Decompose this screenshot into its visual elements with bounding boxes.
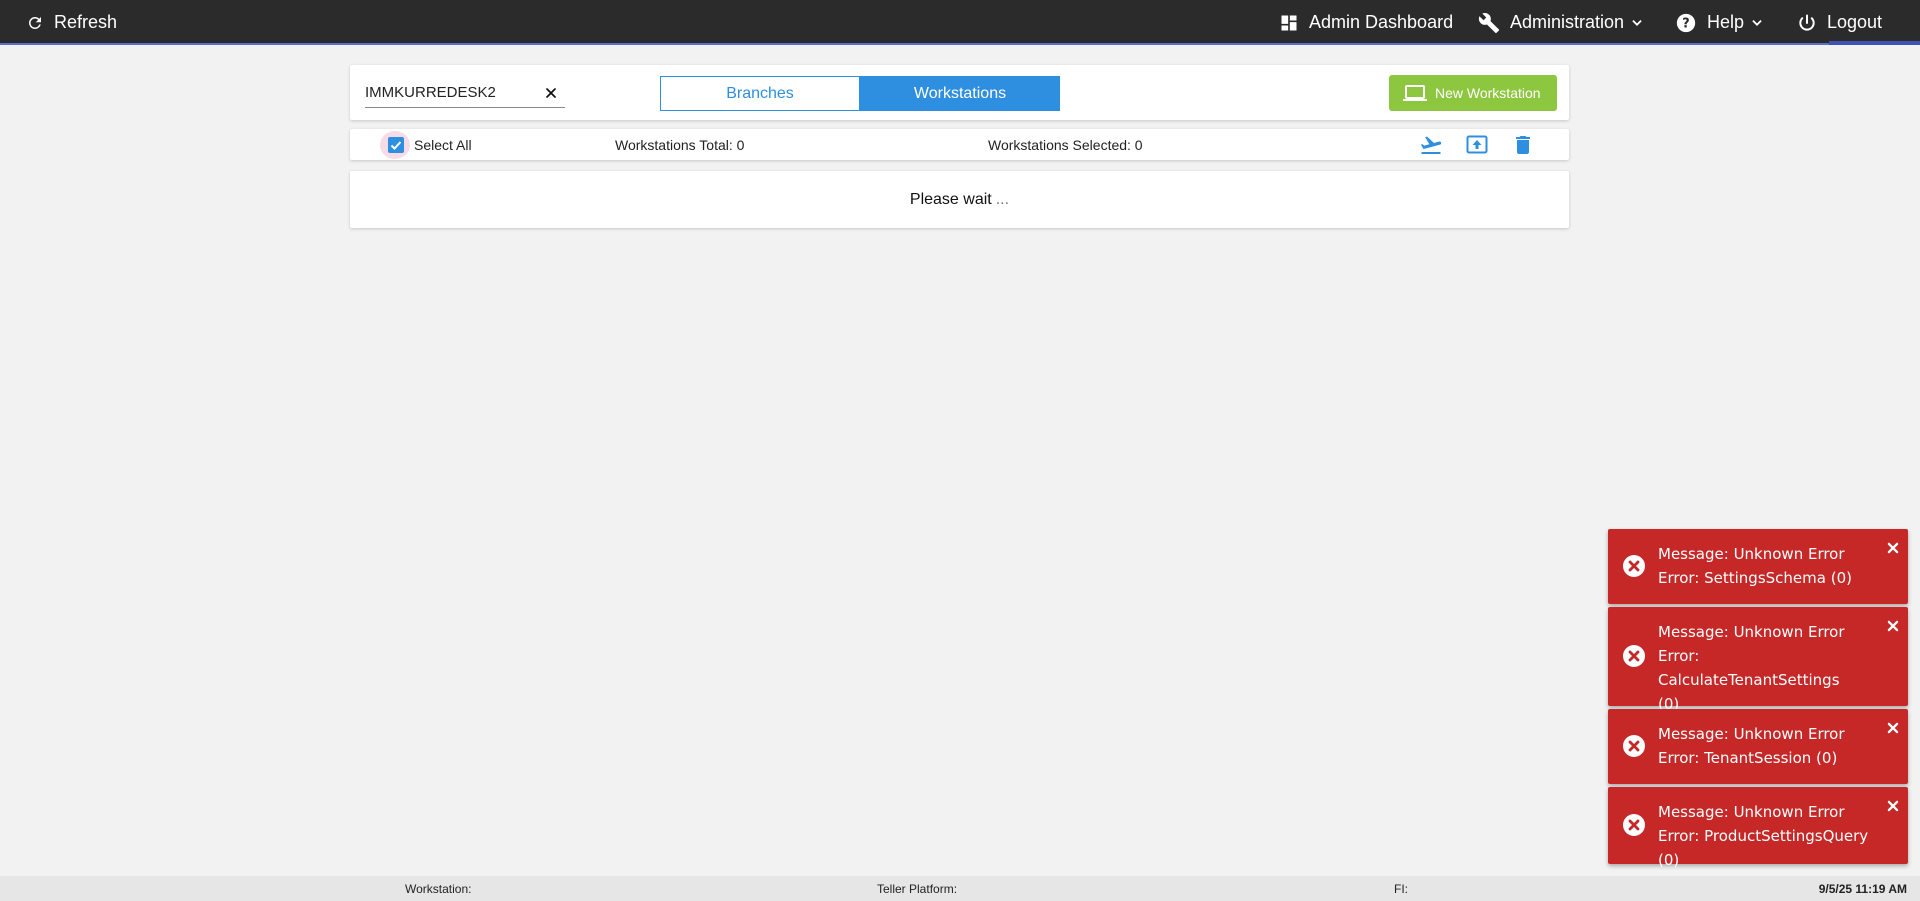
loading-message: Please wait ... xyxy=(350,171,1569,228)
error-toast: Message: Unknown Error Error: CalculateT… xyxy=(1608,607,1908,713)
toast-message: Message: Unknown Error Error: TenantSess… xyxy=(1658,722,1883,770)
refresh-label: Refresh xyxy=(54,12,118,32)
toast-line: Error: CalculateTenantSettings xyxy=(1658,647,1840,689)
trash-icon[interactable] xyxy=(1511,133,1535,157)
error-toast: Message: Unknown Error Error: TenantSess… xyxy=(1608,709,1908,784)
status-bar: Workstation: Teller Platform: FI: 9/5/25… xyxy=(0,876,1920,901)
new-workstation-button[interactable]: New Workstation xyxy=(1389,75,1557,111)
select-all-checkbox[interactable] xyxy=(388,137,404,153)
administration-label: Administration xyxy=(1510,12,1625,32)
wrench-icon xyxy=(1478,12,1500,33)
workstations-selected: Workstations Selected: 0 xyxy=(988,136,1143,153)
status-fi: FI: xyxy=(1394,881,1408,896)
search-field xyxy=(365,79,565,108)
toast-line: Error: TenantSession (0) xyxy=(1658,749,1838,767)
close-icon[interactable] xyxy=(1886,721,1900,735)
chevron-down-icon xyxy=(1632,19,1642,26)
active-nav-indicator xyxy=(1829,41,1920,45)
admin-dashboard-link[interactable]: Admin Dashboard xyxy=(1279,0,1453,45)
toast-line: Error: SettingsSchema (0) xyxy=(1658,569,1852,587)
toast-message: Message: Unknown Error Error: CalculateT… xyxy=(1658,620,1883,716)
selection-bar: Select All Workstations Total: 0 Worksta… xyxy=(350,129,1569,160)
logout-button[interactable]: Logout xyxy=(1797,0,1882,45)
admin-dashboard-label: Admin Dashboard xyxy=(1309,12,1454,32)
toast-line: Message: Unknown Error xyxy=(1658,725,1845,743)
tab-workstations[interactable]: Workstations xyxy=(860,76,1060,111)
tab-branches[interactable]: Branches xyxy=(660,76,860,111)
error-toast: Message: Unknown Error Error: ProductSet… xyxy=(1608,787,1908,869)
top-nav-bar: Refresh Admin Dashboard Administration ?… xyxy=(0,0,1920,45)
power-icon xyxy=(1799,14,1815,31)
status-workstation: Workstation: xyxy=(405,881,472,896)
clear-search-icon[interactable] xyxy=(543,85,559,101)
refresh-button[interactable]: Refresh xyxy=(26,0,117,45)
error-circle-icon xyxy=(1623,814,1645,836)
toast-line: Message: Unknown Error xyxy=(1658,545,1845,563)
toast-line: Error: ProductSettingsQuery (0) xyxy=(1658,827,1869,869)
toast-message: Message: Unknown Error Error: ProductSet… xyxy=(1658,800,1883,872)
toast-line: Message: Unknown Error xyxy=(1658,623,1845,641)
close-icon[interactable] xyxy=(1886,799,1900,813)
loading-dots: ... xyxy=(995,190,1010,208)
dashboard-icon xyxy=(1281,15,1297,30)
svg-text:?: ? xyxy=(1682,16,1689,31)
flight-takeoff-icon[interactable] xyxy=(1419,133,1443,157)
status-datetime: 9/5/25 11:19 AM xyxy=(1818,881,1907,896)
administration-menu[interactable]: Administration xyxy=(1478,0,1644,45)
toast-message: Message: Unknown Error Error: SettingsSc… xyxy=(1658,542,1883,590)
logout-label: Logout xyxy=(1827,12,1883,32)
search-input[interactable] xyxy=(365,79,535,105)
laptop-icon xyxy=(1403,85,1427,101)
error-circle-icon xyxy=(1623,735,1645,757)
workstations-total: Workstations Total: 0 xyxy=(615,136,745,153)
status-teller-platform: Teller Platform: xyxy=(877,881,958,896)
toolbar-card: Branches Workstations New Workstation xyxy=(350,65,1569,120)
loading-text: Please wait xyxy=(909,190,992,208)
upload-icon[interactable] xyxy=(1465,133,1489,157)
refresh-icon xyxy=(28,16,41,29)
select-all-label[interactable]: Select All xyxy=(414,129,472,160)
close-icon[interactable] xyxy=(1886,619,1900,633)
loading-card: Please wait ... xyxy=(350,171,1569,228)
checkmark-icon xyxy=(390,141,402,150)
error-circle-icon xyxy=(1623,555,1645,577)
help-icon: ? xyxy=(1676,13,1696,32)
close-icon[interactable] xyxy=(1886,541,1900,555)
error-circle-icon xyxy=(1623,645,1645,667)
new-workstation-label: New Workstation xyxy=(1435,85,1541,101)
help-label: Help xyxy=(1707,12,1745,32)
help-menu[interactable]: ? Help xyxy=(1675,0,1764,45)
chevron-down-icon xyxy=(1752,19,1762,26)
error-toast: Message: Unknown Error Error: SettingsSc… xyxy=(1608,529,1908,604)
toast-line: Message: Unknown Error xyxy=(1658,803,1845,821)
